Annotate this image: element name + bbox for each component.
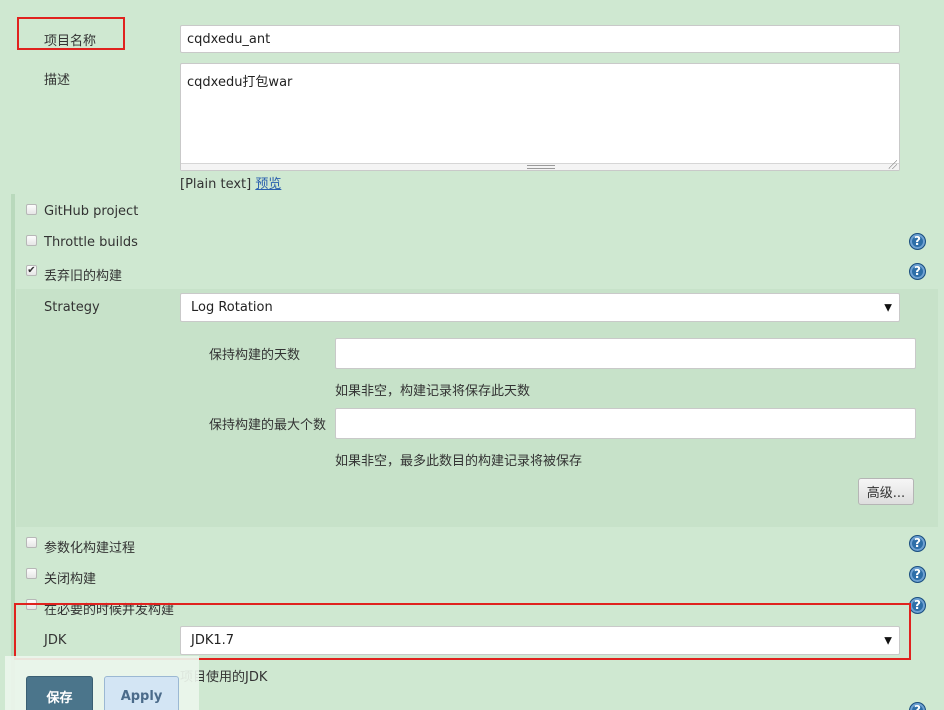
disable-build-checkbox[interactable] bbox=[26, 568, 37, 579]
strategy-label: Strategy bbox=[44, 300, 100, 315]
preview-link[interactable]: 预览 bbox=[255, 177, 281, 192]
github-project-label: GitHub project bbox=[44, 204, 139, 219]
throttle-help-icon[interactable]: ? bbox=[909, 233, 926, 250]
github-project-checkbox[interactable] bbox=[26, 204, 37, 215]
throttle-builds-checkbox[interactable] bbox=[26, 235, 37, 246]
checkmark-icon: ✔ bbox=[27, 264, 36, 276]
parameterized-checkbox[interactable] bbox=[26, 537, 37, 548]
jdk-help-icon[interactable]: ? bbox=[909, 702, 926, 710]
apply-button[interactable]: Apply bbox=[104, 676, 179, 710]
strategy-selected: Log Rotation bbox=[191, 300, 273, 315]
chevron-down-icon: ▼ bbox=[884, 302, 892, 313]
save-button[interactable]: 保存 bbox=[26, 676, 93, 710]
project-name-input[interactable]: cqdxedu_ant bbox=[180, 25, 900, 53]
description-textarea[interactable]: cqdxedu打包war bbox=[180, 63, 900, 171]
parameterized-label: 参数化构建过程 bbox=[44, 541, 136, 556]
parameterized-help-icon[interactable]: ? bbox=[909, 535, 926, 552]
textarea-resize-grip[interactable] bbox=[181, 163, 899, 170]
strategy-select[interactable]: Log Rotation ▼ bbox=[180, 293, 900, 322]
jdk-highlight bbox=[14, 603, 911, 660]
advanced-button[interactable]: 高级... bbox=[858, 478, 914, 505]
project-name-highlight bbox=[17, 17, 125, 50]
discard-old-builds-label: 丢弃旧的构建 bbox=[44, 269, 123, 284]
resize-corner-icon[interactable] bbox=[887, 159, 897, 169]
max-builds-label: 保持构建的最大个数 bbox=[209, 418, 327, 433]
concurrent-help-icon[interactable]: ? bbox=[909, 597, 926, 614]
discard-help-icon[interactable]: ? bbox=[909, 263, 926, 280]
days-to-keep-input[interactable] bbox=[335, 338, 916, 369]
description-text: cqdxedu打包war bbox=[187, 75, 293, 90]
days-to-keep-label: 保持构建的天数 bbox=[209, 348, 301, 363]
description-label: 描述 bbox=[44, 73, 71, 88]
days-to-keep-hint: 如果非空，构建记录将保存此天数 bbox=[335, 384, 531, 399]
disable-build-label: 关闭构建 bbox=[44, 572, 97, 587]
description-format: [Plain text] 预览 bbox=[180, 173, 281, 192]
throttle-builds-label: Throttle builds bbox=[44, 235, 138, 250]
discard-old-builds-checkbox[interactable]: ✔ bbox=[26, 265, 37, 276]
max-builds-hint: 如果非空，最多此数目的构建记录将被保存 bbox=[335, 454, 583, 469]
disable-build-help-icon[interactable]: ? bbox=[909, 566, 926, 583]
max-builds-input[interactable] bbox=[335, 408, 916, 439]
format-label: [Plain text] bbox=[180, 177, 252, 192]
